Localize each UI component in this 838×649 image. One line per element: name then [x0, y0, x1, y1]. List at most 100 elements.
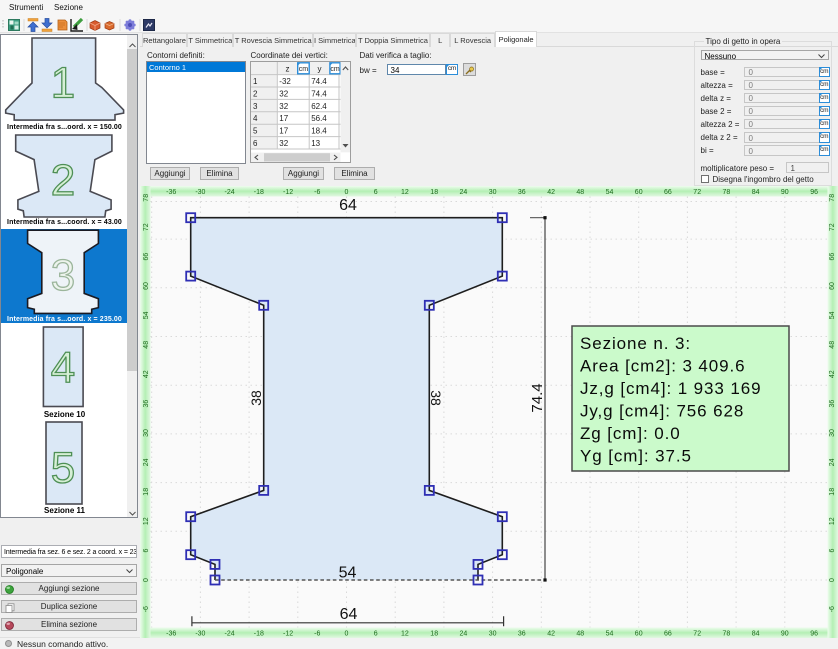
svg-text:2: 2 [253, 89, 258, 98]
svg-text:66: 66 [143, 253, 150, 261]
svg-text:42: 42 [547, 631, 555, 638]
svg-text:32: 32 [279, 102, 288, 111]
svg-text:Yg [cm]: 37.5: Yg [cm]: 37.5 [580, 447, 692, 466]
svg-text:0: 0 [345, 189, 349, 196]
svg-text:6: 6 [253, 139, 258, 148]
svg-text:96: 96 [810, 631, 818, 638]
svg-text:60: 60 [829, 282, 836, 290]
svg-text:-32: -32 [279, 77, 291, 86]
svg-text:36: 36 [829, 400, 836, 408]
svg-text:48: 48 [576, 631, 584, 638]
svg-text:74.4: 74.4 [311, 89, 327, 98]
svg-text:17: 17 [279, 127, 288, 136]
svg-text:60: 60 [635, 189, 643, 196]
svg-text:-30: -30 [195, 189, 205, 196]
svg-text:-6: -6 [314, 189, 320, 196]
svg-text:18: 18 [430, 189, 438, 196]
svg-text:72: 72 [143, 223, 150, 231]
svg-text:6: 6 [143, 549, 150, 553]
svg-text:72: 72 [693, 631, 701, 638]
svg-text:78: 78 [829, 194, 836, 202]
svg-text:cm: cm [299, 66, 309, 73]
svg-text:36: 36 [143, 400, 150, 408]
svg-text:6: 6 [374, 631, 378, 638]
svg-text:-30: -30 [195, 631, 205, 638]
svg-text:78: 78 [723, 631, 731, 638]
svg-text:Sezione n. 3:: Sezione n. 3: [580, 334, 691, 353]
svg-text:72: 72 [693, 189, 701, 196]
svg-text:18: 18 [430, 631, 438, 638]
svg-text:-36: -36 [166, 631, 176, 638]
svg-text:62.4: 62.4 [311, 102, 327, 111]
svg-text:30: 30 [143, 429, 150, 437]
svg-text:0: 0 [829, 578, 836, 582]
svg-text:78: 78 [143, 194, 150, 202]
svg-text:36: 36 [518, 631, 526, 638]
svg-text:54: 54 [606, 189, 614, 196]
svg-text:36: 36 [518, 189, 526, 196]
svg-text:48: 48 [829, 341, 836, 349]
svg-text:30: 30 [489, 189, 497, 196]
svg-text:32: 32 [279, 89, 288, 98]
svg-text:-6: -6 [143, 606, 150, 612]
svg-text:12: 12 [401, 189, 409, 196]
svg-text:24: 24 [460, 189, 468, 196]
svg-text:Zg [cm]: 0.0: Zg [cm]: 0.0 [580, 424, 681, 443]
svg-text:54: 54 [829, 311, 836, 319]
svg-text:17: 17 [279, 114, 288, 123]
svg-text:4: 4 [253, 114, 258, 123]
svg-text:60: 60 [635, 631, 643, 638]
svg-text:74.4: 74.4 [311, 77, 327, 86]
svg-text:18: 18 [829, 488, 836, 496]
svg-text:-36: -36 [166, 189, 176, 196]
svg-text:38: 38 [428, 390, 444, 406]
svg-text:84: 84 [752, 189, 760, 196]
svg-text:Jz,g [cm4]: 1 933 169: Jz,g [cm4]: 1 933 169 [580, 379, 761, 398]
svg-text:48: 48 [143, 341, 150, 349]
svg-text:54: 54 [339, 565, 357, 582]
svg-text:30: 30 [489, 631, 497, 638]
svg-text:96: 96 [810, 189, 818, 196]
svg-text:42: 42 [143, 370, 150, 378]
svg-text:64: 64 [339, 197, 357, 214]
svg-text:12: 12 [401, 631, 409, 638]
svg-text:18: 18 [143, 488, 150, 496]
svg-text:0: 0 [143, 578, 150, 582]
svg-text:42: 42 [829, 370, 836, 378]
svg-text:6: 6 [374, 189, 378, 196]
svg-text:13: 13 [311, 139, 320, 148]
svg-text:-24: -24 [225, 189, 235, 196]
svg-text:38: 38 [248, 390, 264, 406]
svg-text:Jy,g [cm4]: 756 628: Jy,g [cm4]: 756 628 [580, 402, 744, 421]
svg-text:42: 42 [547, 189, 555, 196]
svg-text:56.4: 56.4 [311, 114, 327, 123]
svg-text:48: 48 [576, 189, 584, 196]
svg-text:5: 5 [253, 127, 258, 136]
svg-text:12: 12 [829, 517, 836, 525]
svg-text:72: 72 [829, 223, 836, 231]
svg-text:3: 3 [51, 251, 75, 300]
svg-text:-12: -12 [283, 189, 293, 196]
svg-text:z: z [286, 64, 290, 73]
svg-text:-18: -18 [254, 631, 264, 638]
svg-text:54: 54 [606, 631, 614, 638]
svg-text:-24: -24 [225, 631, 235, 638]
svg-text:84: 84 [752, 631, 760, 638]
svg-text:-6: -6 [314, 631, 320, 638]
svg-text:1: 1 [253, 77, 258, 86]
svg-text:y: y [318, 64, 322, 73]
svg-text:18.4: 18.4 [311, 127, 327, 136]
svg-text:74.4: 74.4 [529, 383, 546, 412]
svg-text:24: 24 [829, 458, 836, 466]
svg-text:64: 64 [340, 606, 358, 623]
svg-text:60: 60 [143, 282, 150, 290]
svg-text:66: 66 [664, 189, 672, 196]
svg-text:cm: cm [330, 66, 340, 73]
svg-text:90: 90 [781, 631, 789, 638]
svg-text:24: 24 [143, 458, 150, 466]
svg-text:5: 5 [51, 444, 75, 493]
svg-text:2: 2 [51, 156, 75, 205]
svg-text:-12: -12 [283, 631, 293, 638]
svg-text:66: 66 [664, 631, 672, 638]
svg-text:0: 0 [345, 631, 349, 638]
